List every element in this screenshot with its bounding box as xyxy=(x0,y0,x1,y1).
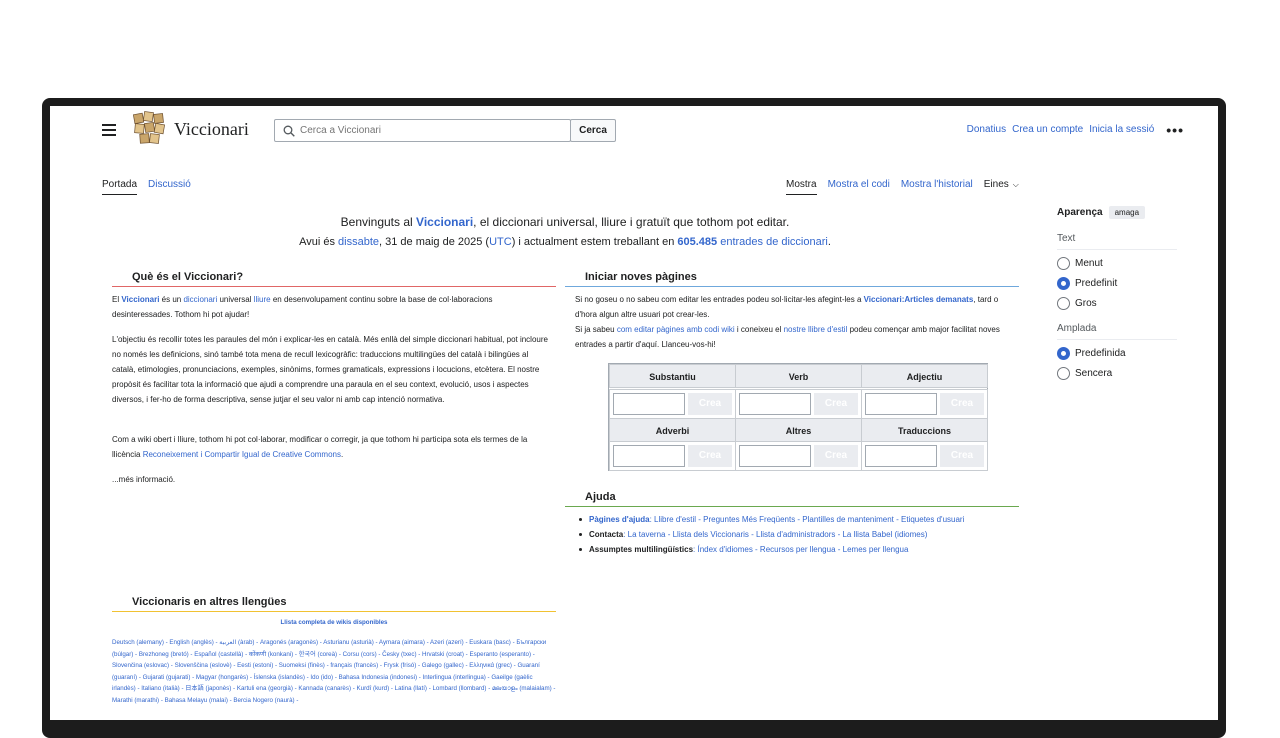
site-header: Viccionari Cerca Donatius Crea un compte… xyxy=(50,106,1218,156)
radio-text-large[interactable]: Gros xyxy=(1057,297,1177,310)
col-header-verb: Verb xyxy=(735,364,862,388)
create-account-link[interactable]: Crea un compte xyxy=(1012,124,1083,135)
col-header-translations: Traduccions xyxy=(861,418,988,442)
create-adverb-button[interactable]: Crea xyxy=(688,445,732,467)
appearance-panel: Aparença amaga Text Menut Predefinit Gros… xyxy=(1057,206,1177,380)
about-p3: Com a wiki obert i lliure, tothom hi pot… xyxy=(112,435,528,459)
tab-read[interactable]: Mostra xyxy=(786,179,817,195)
other-input[interactable] xyxy=(739,445,811,467)
viccionari-link[interactable]: Viccionari xyxy=(121,295,159,304)
list-item: Assumptes multilingüístics: Índex d'idio… xyxy=(575,542,1019,557)
language-links[interactable]: Deutsch (alemany) - English (anglès) - ا… xyxy=(112,637,556,706)
col-header-other: Altres xyxy=(735,418,862,442)
user-links: Donatius Crea un compte Inicia la sessió… xyxy=(967,123,1184,137)
login-link[interactable]: Inicia la sessió xyxy=(1089,124,1154,135)
create-other-button[interactable]: Crea xyxy=(814,445,858,467)
create-verb-button[interactable]: Crea xyxy=(814,393,858,415)
donate-link[interactable]: Donatius xyxy=(967,124,1006,135)
hide-appearance-button[interactable]: amaga xyxy=(1108,206,1146,219)
multilingual-links[interactable]: : Índex d'idiomes - Recursos per llengua… xyxy=(693,545,908,554)
day-link[interactable]: dissabte xyxy=(338,236,379,248)
text-size-label: Text xyxy=(1057,233,1177,250)
site-wordmark[interactable]: Viccionari xyxy=(174,119,249,140)
radio-width-default[interactable]: Predefinida xyxy=(1057,347,1177,360)
create-translations-button[interactable]: Crea xyxy=(940,445,984,467)
noun-input[interactable] xyxy=(613,393,685,415)
verb-input[interactable] xyxy=(739,393,811,415)
col-header-adverb: Adverbi xyxy=(609,418,736,442)
tab-main-page[interactable]: Portada xyxy=(102,179,138,195)
create-entry-table: Substantiu Verb Adjectiu Crea Crea Crea … xyxy=(608,363,988,471)
style-guide-link[interactable]: nostre llibre d'estil xyxy=(784,325,848,334)
chevron-down-icon: ⌵ xyxy=(1012,180,1019,189)
contact-links[interactable]: : La taverna - Llista dels Viccionaris -… xyxy=(623,530,927,539)
full-list-link[interactable]: Llista completa de wikis disponibles xyxy=(112,617,556,629)
hamburger-menu-icon[interactable] xyxy=(102,124,116,136)
diccionari-link[interactable]: diccionari xyxy=(183,295,217,304)
new-pages-p1: Si no goseu o no sabeu com editar les en… xyxy=(575,295,999,319)
search-button[interactable]: Cerca xyxy=(570,119,616,142)
list-item: Contacta: La taverna - Llista dels Vicci… xyxy=(575,527,1019,542)
list-item: Pàgines d'ajuda: Llibre d'estil - Pregun… xyxy=(575,512,1019,527)
adjective-input[interactable] xyxy=(865,393,937,415)
help-list: Pàgines d'ajuda: Llibre d'estil - Pregun… xyxy=(575,512,1019,557)
entry-count[interactable]: 605.485 xyxy=(677,236,717,248)
tab-view-source[interactable]: Mostra el codi xyxy=(828,179,890,195)
search-input[interactable] xyxy=(300,122,565,139)
lliure-link[interactable]: lliure xyxy=(254,295,271,304)
about-heading: Què és el Viccionari? xyxy=(112,271,556,287)
namespace-tabs: Portada Discussió xyxy=(102,179,191,195)
new-pages-p2: Si ja sabeu com editar pàgines amb codi … xyxy=(575,325,1000,349)
help-heading: Ajuda xyxy=(565,491,1019,507)
viccionari-link[interactable]: Viccionari xyxy=(416,215,473,229)
tools-menu[interactable]: Eines ⌵ xyxy=(984,179,1019,195)
radio-width-full[interactable]: Sencera xyxy=(1057,367,1177,380)
radio-text-default[interactable]: Predefinit xyxy=(1057,277,1177,290)
requested-articles-link[interactable]: Viccionari:Articles demanats xyxy=(864,295,974,304)
col-header-adjective: Adjectiu xyxy=(861,364,988,388)
viccionari-logo-icon[interactable] xyxy=(133,111,165,145)
width-label: Amplada xyxy=(1057,323,1177,340)
welcome-banner: Benvinguts al Viccionari, el diccionari … xyxy=(299,215,831,248)
tab-discussion[interactable]: Discussió xyxy=(148,179,191,195)
license-link[interactable]: Reconeixement i Compartir Igual de Creat… xyxy=(143,450,341,459)
about-p2: L'objectiu és recollir totes les paraule… xyxy=(112,335,548,404)
about-p1: El Viccionari és un diccionari universal… xyxy=(112,295,493,319)
create-adjective-button[interactable]: Crea xyxy=(940,393,984,415)
more-options-icon[interactable]: ••• xyxy=(1166,123,1184,137)
tab-history[interactable]: Mostra l'historial xyxy=(901,179,973,195)
create-noun-button[interactable]: Crea xyxy=(688,393,732,415)
wiki-code-link[interactable]: com editar pàgines amb codi wiki xyxy=(617,325,735,334)
col-header-noun: Substantiu xyxy=(609,364,736,388)
search-icon xyxy=(283,125,295,137)
more-info-link[interactable]: ...més informació. xyxy=(112,472,175,487)
translations-input[interactable] xyxy=(865,445,937,467)
help-pages-links[interactable]: : Llibre d'estil - Preguntes Més Freqüen… xyxy=(650,515,965,524)
browser-viewport: Viccionari Cerca Donatius Crea un compte… xyxy=(50,106,1218,720)
new-pages-heading: Iniciar noves pàgines xyxy=(565,271,1019,287)
radio-text-small[interactable]: Menut xyxy=(1057,257,1177,270)
adverb-input[interactable] xyxy=(613,445,685,467)
appearance-title: Aparença xyxy=(1057,207,1103,218)
utc-link[interactable]: UTC xyxy=(489,236,512,248)
help-pages-link[interactable]: Pàgines d'ajuda xyxy=(589,515,650,524)
view-tabs: Mostra Mostra el codi Mostra l'historial… xyxy=(786,179,1019,195)
other-languages-heading: Viccionaris en altres llengües xyxy=(112,596,556,612)
search-box[interactable] xyxy=(274,119,571,142)
entries-link[interactable]: entrades de diccionari xyxy=(720,236,828,248)
